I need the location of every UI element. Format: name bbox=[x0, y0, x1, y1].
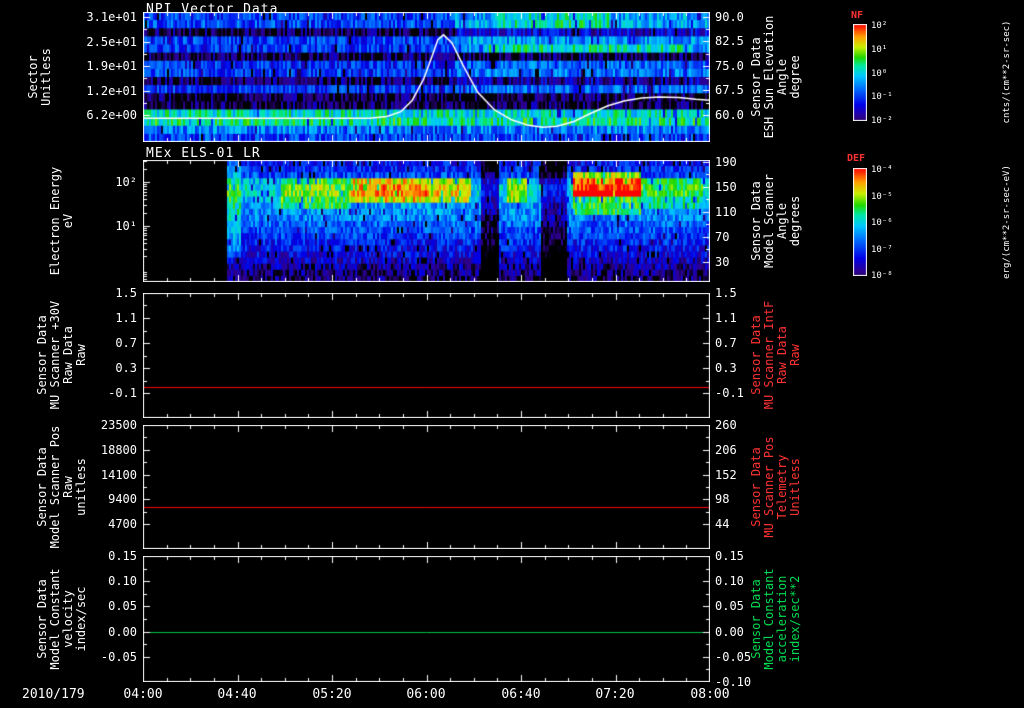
x-tick-label: 06:40 bbox=[501, 687, 541, 702]
panel-1-right-tick-label: 82.5 bbox=[715, 34, 744, 49]
panel-3-right-tick-label: 1.1 bbox=[715, 311, 737, 325]
colorbar-1-tick-label: 10¹ bbox=[871, 44, 888, 55]
panel-2-right-tick-label: 150 bbox=[715, 179, 737, 194]
panel-2-left-tick-label: 10¹ bbox=[115, 218, 137, 233]
panel-4-left-tick-label: 4700 bbox=[108, 517, 137, 532]
panel-1-right-tick-label: 90.0 bbox=[715, 9, 744, 24]
colorbar-nf-unit-label: cnts/(cm**2-sr-sec) bbox=[1002, 20, 1012, 124]
x-tick-label: 07:20 bbox=[595, 687, 635, 702]
colorbar-1-tick-label: 10⁰ bbox=[871, 68, 888, 79]
panel-1-left-tick-label: 3.1e+01 bbox=[86, 10, 137, 25]
colorbar-def-title: DEF bbox=[847, 153, 866, 164]
colorbar-2-tick-label: 10⁻⁵ bbox=[871, 191, 893, 202]
panel-2-title: MEx ELS-01 LR bbox=[146, 146, 261, 161]
panel-1-right-axis-label: Sensor Data ESH Sun Elevation Angle degr… bbox=[749, 15, 802, 139]
x-tick-label: 08:00 bbox=[690, 687, 730, 702]
panel-1-left-tick-label: 1.9e+01 bbox=[86, 59, 137, 74]
x-tick-label: 04:00 bbox=[123, 687, 163, 702]
panel-5-right-axis-label: Sensor Data Model Constant acceleration … bbox=[749, 568, 802, 670]
panel-5-right-tick-label: 0.05 bbox=[715, 599, 744, 614]
panel-5-right-tick-label: 0.15 bbox=[715, 549, 744, 563]
panel-1-title: NPI Vector Data bbox=[146, 2, 279, 17]
panel-3-right-tick-label: 1.5 bbox=[715, 286, 737, 300]
panel-1-left-tick-label: 6.2e+00 bbox=[86, 108, 137, 123]
colorbar-def bbox=[853, 168, 867, 276]
science-plot-screen: NPI Vector Data MEx ELS-01 LR Sector Uni… bbox=[0, 0, 1024, 708]
panel-5-right-tick-label: 0.10 bbox=[715, 574, 744, 589]
panel-1-npi-spectrogram bbox=[143, 12, 710, 142]
panel-5-left-tick-label: 0.15 bbox=[108, 549, 137, 563]
panel-3-right-axis-label: Sensor Data MU Scanner IntF Raw Data Raw bbox=[749, 300, 802, 410]
colorbar-nf-title: NF bbox=[851, 10, 864, 21]
panel-5-left-tick-label: 0.10 bbox=[108, 574, 137, 589]
panel-2-right-tick-label: 70 bbox=[715, 229, 730, 244]
panel-1-right-tick-label: 67.5 bbox=[715, 83, 744, 98]
x-tick-label: 05:20 bbox=[312, 687, 352, 702]
panel-4-left-tick-label: 18800 bbox=[100, 442, 137, 457]
panel-5-right-tick-label: -0.05 bbox=[715, 649, 752, 664]
panel-3-left-tick-label: -0.1 bbox=[108, 386, 137, 400]
panel-2-els-spectrogram bbox=[143, 160, 710, 282]
panel-4-right-tick-label: 44 bbox=[715, 517, 730, 532]
panel-2-right-tick-label: 190 bbox=[715, 154, 737, 169]
x-axis-date-label: 2010/179 bbox=[22, 687, 85, 702]
colorbar-2-tick-label: 10⁻⁷ bbox=[871, 244, 893, 255]
panel-2-right-tick-label: 110 bbox=[715, 204, 737, 219]
panel-4-right-axis-label: Sensor Data MU Scanner Pos Telemetry Uni… bbox=[749, 436, 802, 538]
x-tick-label: 04:40 bbox=[217, 687, 257, 702]
panel-3-right-tick-label: 0.7 bbox=[715, 336, 737, 350]
panel-4-right-tick-label: 206 bbox=[715, 442, 737, 457]
panel-1-left-tick-label: 1.2e+01 bbox=[86, 83, 137, 98]
panel-3-left-tick-label: 0.7 bbox=[115, 336, 137, 350]
panel-3-left-tick-label: 0.3 bbox=[115, 361, 137, 375]
panel-4-right-tick-label: 98 bbox=[715, 492, 730, 507]
panel-3-left-tick-label: 1.5 bbox=[115, 286, 137, 300]
colorbar-nf bbox=[853, 24, 867, 121]
panel-3-left-tick-label: 1.1 bbox=[115, 311, 137, 325]
panel-4-left-tick-label: 9400 bbox=[108, 492, 137, 507]
colorbar-2-tick-label: 10⁻⁴ bbox=[871, 165, 893, 175]
panel-5-right-tick-label: 0.00 bbox=[715, 624, 744, 639]
colorbar-1-tick-label: 10⁻¹ bbox=[871, 92, 893, 103]
colorbar-def-unit-label: erg/(cm**2-sr-sec-eV) bbox=[1002, 165, 1012, 279]
colorbar-2-tick-label: 10⁻⁸ bbox=[871, 271, 893, 281]
panel-3-line-plot bbox=[143, 293, 710, 418]
panel-3-right-tick-label: 0.3 bbox=[715, 361, 737, 375]
panel-5-right-tick-label: -0.10 bbox=[715, 675, 752, 689]
colorbar-1-tick-label: 10⁻² bbox=[871, 116, 893, 126]
panel-5-line-plot bbox=[143, 556, 710, 682]
panel-4-line-plot bbox=[143, 425, 710, 549]
panel-5-left-tick-label: 0.05 bbox=[108, 599, 137, 614]
panel-3-right-tick-label: -0.1 bbox=[715, 386, 744, 400]
panel-4-right-tick-label: 260 bbox=[715, 418, 737, 432]
panel-1-left-tick-label: 2.5e+01 bbox=[86, 34, 137, 49]
panel-2-right-axis-label: Sensor Data Model Scanner Angle degrees bbox=[749, 174, 802, 268]
panel-4-left-tick-label: 14100 bbox=[100, 467, 137, 482]
x-tick-label: 06:00 bbox=[406, 687, 446, 702]
panel-1-right-tick-label: 75.0 bbox=[715, 58, 744, 73]
colorbar-1-tick-label: 10² bbox=[871, 21, 888, 31]
panel-2-left-tick-label: 10² bbox=[115, 174, 137, 189]
panel-5-left-tick-label: 0.00 bbox=[108, 624, 137, 639]
panel-5-left-tick-label: -0.05 bbox=[100, 649, 137, 664]
panel-4-left-tick-label: 23500 bbox=[100, 418, 137, 432]
panel-4-right-tick-label: 152 bbox=[715, 467, 737, 482]
panel-1-right-tick-label: 60.0 bbox=[715, 107, 744, 122]
panel-2-right-tick-label: 30 bbox=[715, 254, 730, 269]
colorbar-2-tick-label: 10⁻⁶ bbox=[871, 218, 893, 228]
